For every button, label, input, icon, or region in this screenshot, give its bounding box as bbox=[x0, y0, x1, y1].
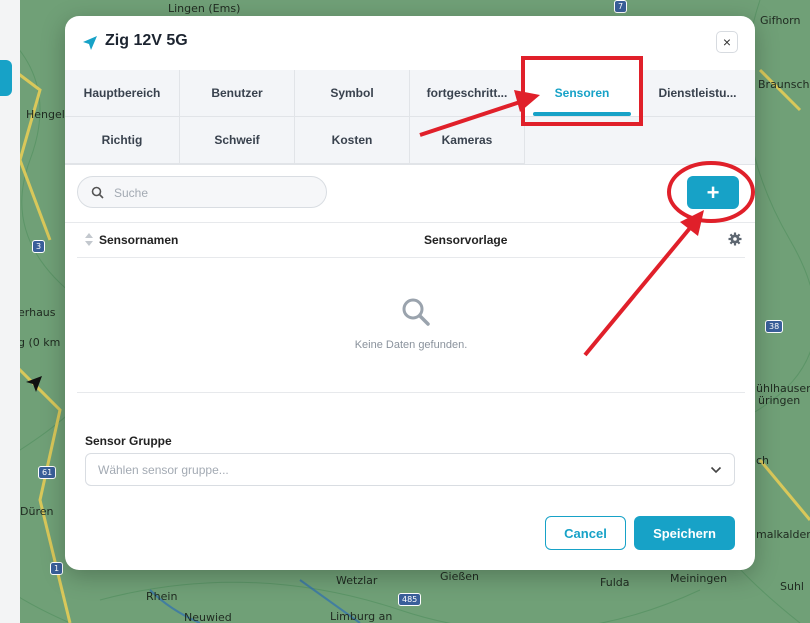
tab-label: Richtig bbox=[101, 133, 143, 147]
empty-state-text: Keine Daten gefunden. bbox=[354, 339, 468, 351]
side-panel-button[interactable] bbox=[0, 60, 12, 96]
map-label: Gifhorn bbox=[760, 14, 801, 27]
table-body: Keine Daten gefunden. bbox=[77, 257, 745, 393]
map-label: Fulda bbox=[600, 576, 630, 589]
object-settings-modal: Zig 12V 5G × Hauptbereich Benutzer Symbo… bbox=[65, 16, 755, 570]
road-shield: 7 bbox=[614, 0, 628, 13]
search-input[interactable] bbox=[112, 183, 316, 203]
plus-icon: + bbox=[706, 179, 720, 205]
tab-label: Symbol bbox=[330, 86, 374, 100]
add-sensor-button[interactable]: + bbox=[687, 176, 739, 209]
tab-label: Benutzer bbox=[211, 86, 263, 100]
map-label: Braunsch bbox=[758, 78, 810, 91]
road-shield: 3 bbox=[32, 240, 46, 253]
tab-benutzer[interactable]: Benutzer bbox=[180, 70, 295, 117]
close-button[interactable]: × bbox=[716, 31, 738, 53]
sensor-toolbar: + bbox=[65, 164, 755, 223]
tab-richtig[interactable]: Richtig bbox=[65, 117, 180, 164]
tab-bar: Hauptbereich Benutzer Symbol fortgeschri… bbox=[65, 70, 755, 165]
map-label: Gießen bbox=[440, 570, 480, 583]
tab-fortgeschritten[interactable]: fortgeschritt... bbox=[410, 70, 525, 117]
tab-kosten[interactable]: Kosten bbox=[295, 117, 410, 164]
column-header-sensornamen[interactable]: Sensornamen bbox=[99, 233, 178, 247]
tab-kameras[interactable]: Kameras bbox=[410, 117, 525, 164]
active-tab-indicator bbox=[533, 112, 631, 116]
map-label: malkalden bbox=[756, 528, 810, 541]
tab-label: Dienstleistu... bbox=[658, 86, 737, 100]
map-label: Meiningen bbox=[670, 572, 728, 585]
empty-search-icon bbox=[402, 298, 430, 326]
column-header-sensorvorlage[interactable]: Sensorvorlage bbox=[424, 233, 507, 247]
road-shield: 485 bbox=[398, 593, 422, 606]
tab-sensoren[interactable]: Sensoren bbox=[525, 70, 640, 117]
navigation-arrow-icon bbox=[83, 36, 97, 50]
sensor-group-label: Sensor Gruppe bbox=[85, 434, 172, 448]
tab-label: Schweif bbox=[214, 133, 260, 147]
cancel-button[interactable]: Cancel bbox=[545, 516, 626, 550]
map-label: Rhein bbox=[146, 590, 178, 603]
map-label: Neuwied bbox=[184, 611, 232, 623]
chevron-down-icon bbox=[710, 466, 722, 474]
map-label: Limburg an bbox=[330, 610, 393, 623]
tab-label: Hauptbereich bbox=[83, 86, 161, 100]
tab-label: Kosten bbox=[331, 133, 373, 147]
sensor-group-placeholder: Wählen sensor gruppe... bbox=[98, 463, 229, 477]
modal-header: Zig 12V 5G × bbox=[65, 16, 755, 71]
map-label: Lingen (Ems) bbox=[168, 2, 241, 15]
road-shield: 61 bbox=[38, 466, 57, 479]
search-box[interactable] bbox=[77, 176, 327, 208]
left-side-panel bbox=[0, 0, 20, 623]
tab-hauptbereich[interactable]: Hauptbereich bbox=[65, 70, 180, 117]
tab-schweif[interactable]: Schweif bbox=[180, 117, 295, 164]
sort-icon[interactable] bbox=[85, 233, 93, 246]
map-label: üringen bbox=[758, 394, 801, 407]
map-label: g (0 km bbox=[18, 336, 61, 349]
close-icon: × bbox=[722, 34, 732, 50]
tab-dienstleistungen[interactable]: Dienstleistu... bbox=[640, 70, 755, 117]
map-label: Wetzlar bbox=[336, 574, 378, 587]
road-shield: 1 bbox=[50, 562, 64, 575]
tab-symbol[interactable]: Symbol bbox=[295, 70, 410, 117]
map-label: Suhl bbox=[780, 580, 804, 593]
tab-label: Sensoren bbox=[554, 86, 610, 100]
road-shield: 38 bbox=[765, 320, 784, 333]
search-icon bbox=[91, 186, 104, 199]
modal-title: Zig 12V 5G bbox=[105, 32, 188, 49]
save-button[interactable]: Speichern bbox=[634, 516, 735, 550]
gear-icon[interactable] bbox=[728, 232, 742, 246]
map-label: Düren bbox=[20, 505, 54, 518]
table-header: Sensornamen Sensorvorlage bbox=[77, 222, 745, 258]
sensor-group-select[interactable]: Wählen sensor gruppe... bbox=[85, 453, 735, 486]
map-label: ch bbox=[756, 454, 770, 467]
vehicle-arrow-icon[interactable] bbox=[24, 374, 44, 394]
tab-label: fortgeschritt... bbox=[426, 86, 508, 100]
map-label: erhaus bbox=[18, 306, 56, 319]
tab-label: Kameras bbox=[441, 133, 493, 147]
